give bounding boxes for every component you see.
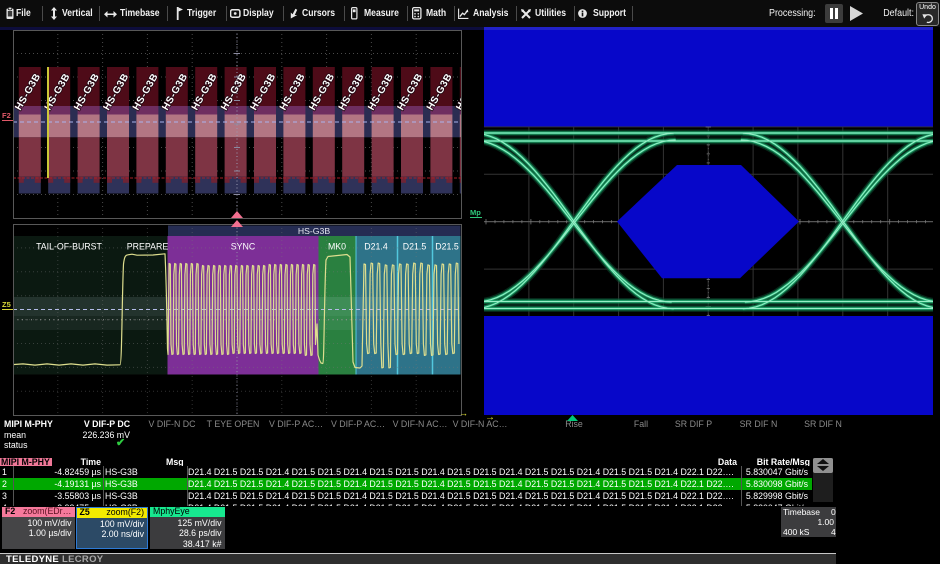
svg-text:HS-G3B: HS-G3B — [298, 226, 331, 236]
svg-text:D21.5: D21.5 — [403, 242, 427, 252]
svg-text:D21.5: D21.5 — [435, 242, 459, 252]
svg-text:SYNC: SYNC — [231, 242, 256, 252]
svg-text:TAIL-OF-BURST: TAIL-OF-BURST — [36, 242, 102, 252]
svg-text:MK0: MK0 — [328, 242, 346, 252]
svg-text:PREPARE: PREPARE — [127, 242, 169, 252]
svg-text:D21.4: D21.4 — [364, 242, 388, 252]
